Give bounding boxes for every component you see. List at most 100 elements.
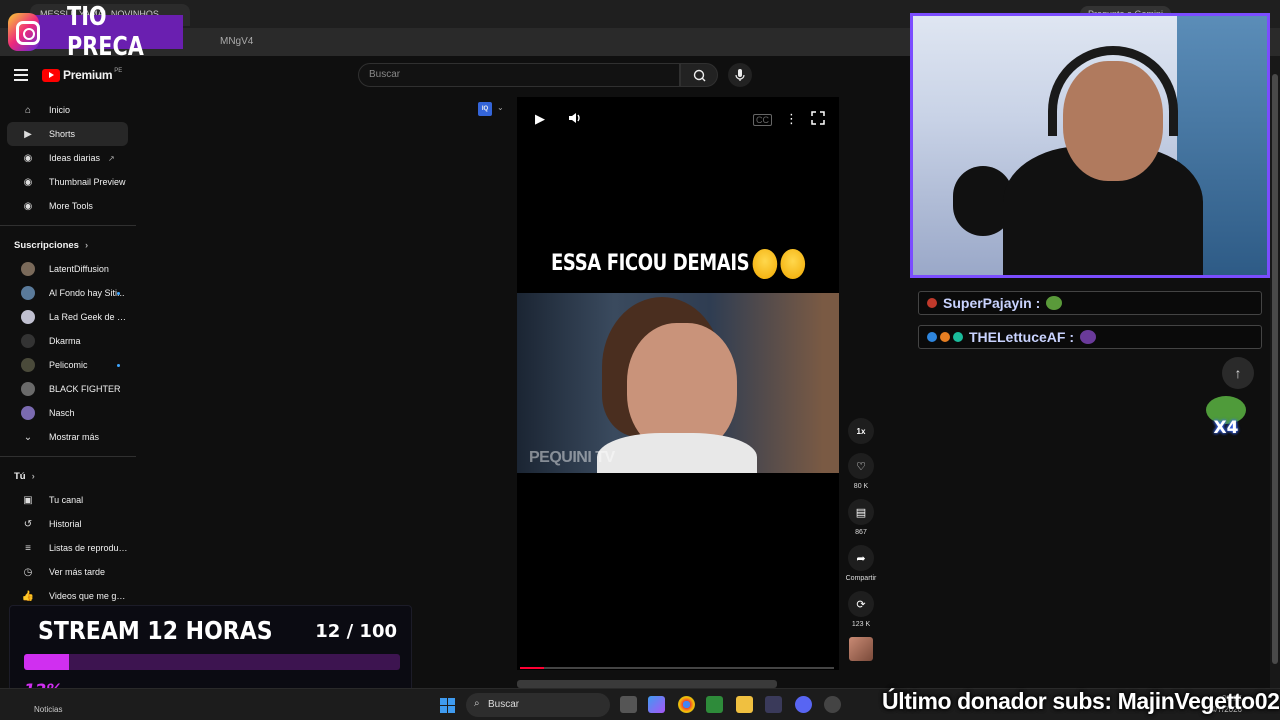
play-icon[interactable]: ▶ xyxy=(535,111,545,127)
sidebar-subscription[interactable]: Al Fondo hay Siti... xyxy=(7,281,128,305)
logo-text: Premium xyxy=(63,68,113,82)
remix-button[interactable]: ⟳ 123 K xyxy=(843,591,879,628)
sidebar-subscription[interactable]: LatentDiffusion xyxy=(7,257,128,281)
logo-region: PE xyxy=(114,68,123,74)
store-icon[interactable] xyxy=(765,696,782,713)
clock-icon: ◷ xyxy=(23,566,33,578)
video-progress-bar[interactable] xyxy=(520,667,834,669)
sidebar-item-label: More Tools xyxy=(49,201,93,211)
sidebar-item-label: Thumbnail Preview xyxy=(49,177,126,187)
fullscreen-icon[interactable] xyxy=(811,111,825,128)
next-short-preview[interactable] xyxy=(517,680,777,688)
sidebar-subscription[interactable]: Pelicomic xyxy=(7,353,128,377)
sidebar-item-label: Ver más tarde xyxy=(49,567,106,577)
sidebar-item-channel[interactable]: ▣ Tu canal xyxy=(7,488,128,512)
sidebar-subscription[interactable]: Dkarma xyxy=(7,329,128,353)
goal-title: STREAM 12 HORAS xyxy=(38,616,273,645)
sound-avatar[interactable] xyxy=(849,637,873,661)
search-button[interactable] xyxy=(680,63,718,87)
sidebar-item-playlist[interactable]: ≡ Listas de reproducc... xyxy=(7,536,128,560)
video-watermark: PEQUINI TV xyxy=(529,449,615,466)
task-view-icon[interactable] xyxy=(620,696,637,713)
page-scrollbar[interactable] xyxy=(1270,56,1280,688)
pepe-emote: X4 xyxy=(1204,396,1248,442)
subscription-name: La Red Geek de Spi... xyxy=(49,312,128,322)
sidebar-subscription[interactable]: Nasch xyxy=(7,401,128,425)
sidebar-item-ideas-diarias[interactable]: ◉ Ideas diarias ↗ xyxy=(7,146,128,170)
url-text: MNgV4 xyxy=(220,36,254,47)
sidebar-item-label: Historial xyxy=(49,519,82,529)
channel-avatar xyxy=(21,406,35,420)
instagram-icon xyxy=(8,13,41,51)
emote-multiplier: X4 xyxy=(1213,418,1239,438)
file-explorer-icon[interactable] xyxy=(736,696,753,713)
quality-icon[interactable]: IQ xyxy=(478,102,492,116)
chat-badge-icon xyxy=(953,332,963,342)
comment-count: 867 xyxy=(855,529,867,536)
sidebar-item-shorts[interactable]: ▶ Shorts xyxy=(7,122,128,146)
search-input[interactable]: Buscar xyxy=(358,63,680,87)
like-icon: 👍 xyxy=(21,590,35,602)
chrome-icon[interactable] xyxy=(678,696,695,713)
like-count: 80 K xyxy=(853,483,869,490)
microphone-icon xyxy=(735,69,745,81)
speed-label: 1x xyxy=(848,418,874,444)
chat-badge-icon xyxy=(927,332,937,342)
volume-icon[interactable] xyxy=(567,111,583,128)
sidebar-item-history[interactable]: ↺ Historial xyxy=(7,512,128,536)
channel-icon: ▣ xyxy=(23,494,33,506)
channel-avatar xyxy=(21,262,35,276)
subscription-name: LatentDiffusion xyxy=(49,264,109,274)
chat-message: THELettuceAF : xyxy=(918,325,1262,349)
channel-avatar xyxy=(21,358,35,372)
sidebar-item-more-tools[interactable]: ◉ More Tools xyxy=(7,194,128,218)
chat-emote-icon xyxy=(1080,330,1096,344)
sidebar-subscription[interactable]: La Red Geek de Spi... xyxy=(7,305,128,329)
like-button[interactable]: ♡ 80 K xyxy=(843,453,879,490)
remix-icon: ⟳ xyxy=(848,591,874,617)
comment-icon: ▤ xyxy=(848,499,874,525)
chat-emote-icon xyxy=(1046,296,1063,310)
copilot-icon[interactable] xyxy=(648,696,665,713)
new-content-dot xyxy=(117,363,120,367)
external-link-icon: ↗ xyxy=(108,153,115,163)
instagram-handle: TIO PRECA xyxy=(35,2,184,62)
extension-icon: ◉ xyxy=(23,176,33,188)
share-button[interactable]: ➦ Compartir xyxy=(843,545,879,582)
screen: MESSI E YAMAL NOVINHOS Pregunta a Gemini… xyxy=(0,0,1280,720)
speed-button[interactable]: 1x xyxy=(843,418,879,444)
sidebar-item-thumbnail-preview[interactable]: ◉ Thumbnail Preview xyxy=(7,170,128,194)
new-content-dot xyxy=(117,291,120,295)
sidebar-item-inicio[interactable]: ⌂ Inicio xyxy=(7,98,128,122)
show-more-button[interactable]: ⌄ Mostrar más xyxy=(7,425,128,449)
subscriptions-heading[interactable]: Suscripciones › xyxy=(0,233,136,257)
sidebar-subscription[interactable]: BLACK FIGHTER xyxy=(7,377,128,401)
chevron-down-icon[interactable]: ⌄ xyxy=(497,103,504,112)
scroll-up-button[interactable]: ↑ xyxy=(1222,357,1254,389)
divider xyxy=(0,456,136,457)
captions-icon[interactable]: CC xyxy=(753,114,772,126)
sidebar-item-label: Ideas diarias xyxy=(49,153,101,163)
taskbar-search[interactable]: ⌕ Buscar xyxy=(466,693,610,717)
obs-icon[interactable] xyxy=(824,696,841,713)
extension-icon: ◉ xyxy=(23,152,33,164)
youtube-logo[interactable]: Premium PE xyxy=(42,68,122,82)
minecraft-icon[interactable] xyxy=(706,696,723,713)
shorts-player[interactable]: ▶ CC ⋮ ESSA FICOU DEMAIS PEQUINI TV xyxy=(517,97,839,670)
chat-username: SuperPajayin : xyxy=(943,295,1041,311)
laughing-emoji-icon xyxy=(752,249,778,279)
more-options-icon[interactable]: ⋮ xyxy=(785,111,798,127)
search-icon: ⌕ xyxy=(474,698,480,709)
menu-icon[interactable] xyxy=(14,69,28,81)
sidebar-item-label: Listas de reproducc... xyxy=(49,543,128,553)
sidebar-item-clock[interactable]: ◷ Ver más tarde xyxy=(7,560,128,584)
playlist-icon: ≡ xyxy=(25,542,31,554)
widgets-label[interactable]: Noticias xyxy=(34,705,62,714)
comments-button[interactable]: ▤ 867 xyxy=(843,499,879,536)
you-heading[interactable]: Tú › xyxy=(0,464,136,488)
subscription-name: Pelicomic xyxy=(49,360,88,370)
windows-start-icon[interactable] xyxy=(440,698,455,713)
voice-search-button[interactable] xyxy=(728,63,752,87)
extension-icon: ◉ xyxy=(23,200,33,212)
discord-icon[interactable] xyxy=(795,696,812,713)
